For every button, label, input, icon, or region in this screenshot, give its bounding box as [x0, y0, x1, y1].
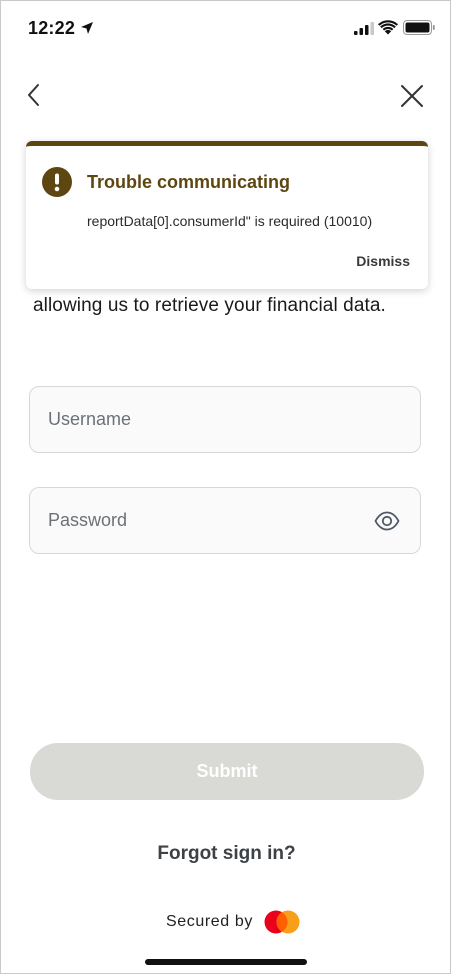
username-input[interactable] [48, 387, 368, 452]
description-text: allowing us to retrieve your financial d… [33, 295, 386, 316]
password-field[interactable] [29, 487, 421, 554]
cellular-signal-icon [354, 22, 374, 35]
close-icon [401, 85, 423, 107]
error-banner: Trouble communicating reportData[0].cons… [26, 141, 428, 289]
password-input[interactable] [48, 488, 368, 553]
location-arrow-icon [81, 22, 93, 34]
mastercard-logo [264, 910, 300, 934]
chevron-left-icon [28, 84, 39, 106]
banner-message: reportData[0].consumerId" is required (1… [87, 213, 373, 229]
submit-button[interactable]: Submit [30, 743, 424, 800]
dismiss-button[interactable]: Dismiss [356, 253, 410, 269]
home-indicator [145, 959, 307, 965]
status-time: 12:22 [28, 18, 76, 38]
close-button[interactable] [397, 81, 427, 111]
status-bar: 12:22 [1, 1, 450, 51]
battery-icon [403, 20, 435, 35]
wifi-icon [378, 20, 398, 35]
banner-title: Trouble communicating [87, 172, 291, 192]
screen: 12:22 Trouble communicating reportData[0… [0, 0, 451, 974]
eye-icon[interactable] [374, 510, 400, 532]
exclamation-circle-icon [42, 167, 72, 197]
secured-by-label: Secured by [166, 913, 253, 930]
secured-by: Secured by [166, 909, 302, 935]
back-button[interactable] [21, 79, 49, 111]
forgot-sign-in-link[interactable]: Forgot sign in? [1, 843, 451, 865]
username-field[interactable] [29, 386, 421, 453]
